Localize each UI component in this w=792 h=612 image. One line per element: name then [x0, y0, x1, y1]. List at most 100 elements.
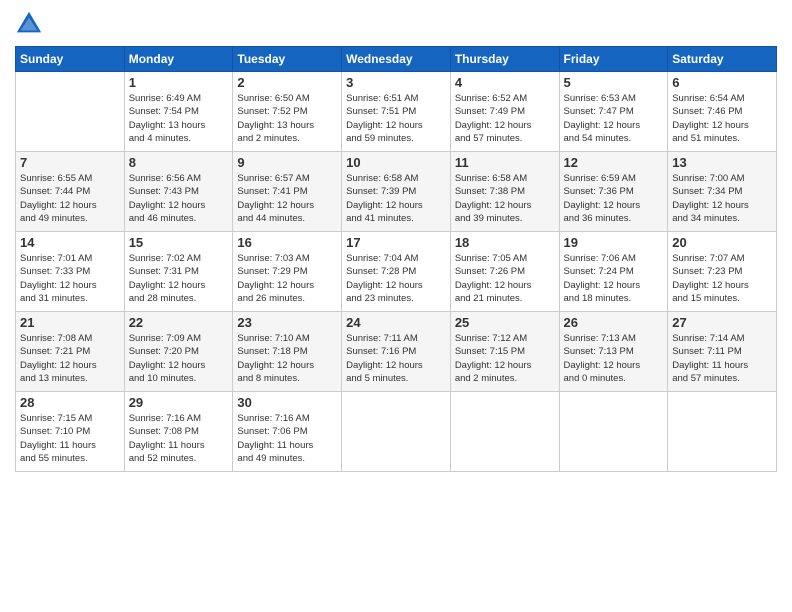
calendar-header-saturday: Saturday: [668, 47, 777, 72]
day-info: Sunrise: 7:16 AM Sunset: 7:06 PM Dayligh…: [237, 412, 337, 465]
calendar-cell: 9 Sunrise: 6:57 AM Sunset: 7:41 PM Daylig…: [233, 152, 342, 232]
day-info: Sunrise: 6:55 AM Sunset: 7:44 PM Dayligh…: [20, 172, 120, 225]
day-number: 15: [129, 235, 229, 250]
calendar-cell: 12 Sunrise: 6:59 AM Sunset: 7:36 PM Dayli…: [559, 152, 668, 232]
calendar-header-monday: Monday: [124, 47, 233, 72]
day-info: Sunrise: 7:13 AM Sunset: 7:13 PM Dayligh…: [564, 332, 664, 385]
calendar-header-sunday: Sunday: [16, 47, 125, 72]
day-number: 13: [672, 155, 772, 170]
day-info: Sunrise: 6:53 AM Sunset: 7:47 PM Dayligh…: [564, 92, 664, 145]
calendar-week-1: 1Sunrise: 6:49 AM Sunset: 7:54 PM Daylig…: [16, 72, 777, 152]
calendar-cell: [668, 392, 777, 472]
day-info: Sunrise: 7:00 AM Sunset: 7:34 PM Dayligh…: [672, 172, 772, 225]
calendar-cell: [559, 392, 668, 472]
day-number: 28: [20, 395, 120, 410]
day-info: Sunrise: 7:09 AM Sunset: 7:20 PM Dayligh…: [129, 332, 229, 385]
calendar-cell: 8 Sunrise: 6:56 AM Sunset: 7:43 PM Daylig…: [124, 152, 233, 232]
calendar-cell: 18 Sunrise: 7:05 AM Sunset: 7:26 PM Dayli…: [450, 232, 559, 312]
day-number: 22: [129, 315, 229, 330]
day-number: 18: [455, 235, 555, 250]
calendar-cell: 26 Sunrise: 7:13 AM Sunset: 7:13 PM Dayli…: [559, 312, 668, 392]
calendar-cell: 7 Sunrise: 6:55 AM Sunset: 7:44 PM Daylig…: [16, 152, 125, 232]
day-info: Sunrise: 6:57 AM Sunset: 7:41 PM Dayligh…: [237, 172, 337, 225]
day-number: 10: [346, 155, 446, 170]
calendar-cell: 6 Sunrise: 6:54 AM Sunset: 7:46 PM Daylig…: [668, 72, 777, 152]
calendar-cell: 3 Sunrise: 6:51 AM Sunset: 7:51 PM Daylig…: [342, 72, 451, 152]
day-number: 3: [346, 75, 446, 90]
calendar-header-thursday: Thursday: [450, 47, 559, 72]
calendar-cell: [450, 392, 559, 472]
day-number: 20: [672, 235, 772, 250]
day-number: 23: [237, 315, 337, 330]
day-number: 24: [346, 315, 446, 330]
day-number: 27: [672, 315, 772, 330]
calendar-cell: 27 Sunrise: 7:14 AM Sunset: 7:11 PM Dayli…: [668, 312, 777, 392]
calendar-cell: 22 Sunrise: 7:09 AM Sunset: 7:20 PM Dayli…: [124, 312, 233, 392]
day-number: 19: [564, 235, 664, 250]
day-number: 12: [564, 155, 664, 170]
day-number: 6: [672, 75, 772, 90]
logo-icon: [15, 10, 43, 38]
day-info: Sunrise: 6:54 AM Sunset: 7:46 PM Dayligh…: [672, 92, 772, 145]
day-info: Sunrise: 7:05 AM Sunset: 7:26 PM Dayligh…: [455, 252, 555, 305]
calendar-cell: 29 Sunrise: 7:16 AM Sunset: 7:08 PM Dayli…: [124, 392, 233, 472]
calendar-cell: [16, 72, 125, 152]
day-number: 8: [129, 155, 229, 170]
day-info: Sunrise: 7:01 AM Sunset: 7:33 PM Dayligh…: [20, 252, 120, 305]
calendar-cell: 10 Sunrise: 6:58 AM Sunset: 7:39 PM Dayli…: [342, 152, 451, 232]
day-info: Sunrise: 7:07 AM Sunset: 7:23 PM Dayligh…: [672, 252, 772, 305]
calendar-cell: 19 Sunrise: 7:06 AM Sunset: 7:24 PM Dayli…: [559, 232, 668, 312]
day-info: Sunrise: 6:52 AM Sunset: 7:49 PM Dayligh…: [455, 92, 555, 145]
calendar-cell: 21 Sunrise: 7:08 AM Sunset: 7:21 PM Dayli…: [16, 312, 125, 392]
calendar-cell: 5 Sunrise: 6:53 AM Sunset: 7:47 PM Daylig…: [559, 72, 668, 152]
day-number: 5: [564, 75, 664, 90]
calendar: SundayMondayTuesdayWednesdayThursdayFrid…: [15, 46, 777, 472]
header: [15, 10, 777, 38]
day-info: Sunrise: 6:58 AM Sunset: 7:38 PM Dayligh…: [455, 172, 555, 225]
calendar-week-2: 7 Sunrise: 6:55 AM Sunset: 7:44 PM Daylig…: [16, 152, 777, 232]
calendar-cell: 13 Sunrise: 7:00 AM Sunset: 7:34 PM Dayli…: [668, 152, 777, 232]
day-info: Sunrise: 7:12 AM Sunset: 7:15 PM Dayligh…: [455, 332, 555, 385]
calendar-cell: 16 Sunrise: 7:03 AM Sunset: 7:29 PM Dayli…: [233, 232, 342, 312]
calendar-cell: 11 Sunrise: 6:58 AM Sunset: 7:38 PM Dayli…: [450, 152, 559, 232]
day-number: 17: [346, 235, 446, 250]
day-info: Sunrise: 6:56 AM Sunset: 7:43 PM Dayligh…: [129, 172, 229, 225]
day-info: Sunrise: 7:10 AM Sunset: 7:18 PM Dayligh…: [237, 332, 337, 385]
day-number: 7: [20, 155, 120, 170]
day-number: 2: [237, 75, 337, 90]
calendar-cell: 28 Sunrise: 7:15 AM Sunset: 7:10 PM Dayli…: [16, 392, 125, 472]
calendar-cell: 17 Sunrise: 7:04 AM Sunset: 7:28 PM Dayli…: [342, 232, 451, 312]
calendar-cell: 15Sunrise: 7:02 AM Sunset: 7:31 PM Dayli…: [124, 232, 233, 312]
calendar-cell: 4Sunrise: 6:52 AM Sunset: 7:49 PM Daylig…: [450, 72, 559, 152]
day-number: 21: [20, 315, 120, 330]
day-number: 26: [564, 315, 664, 330]
day-info: Sunrise: 7:15 AM Sunset: 7:10 PM Dayligh…: [20, 412, 120, 465]
calendar-week-5: 28 Sunrise: 7:15 AM Sunset: 7:10 PM Dayli…: [16, 392, 777, 472]
calendar-header-wednesday: Wednesday: [342, 47, 451, 72]
day-info: Sunrise: 7:04 AM Sunset: 7:28 PM Dayligh…: [346, 252, 446, 305]
day-number: 9: [237, 155, 337, 170]
day-info: Sunrise: 7:03 AM Sunset: 7:29 PM Dayligh…: [237, 252, 337, 305]
calendar-cell: 2Sunrise: 6:50 AM Sunset: 7:52 PM Daylig…: [233, 72, 342, 152]
calendar-week-4: 21 Sunrise: 7:08 AM Sunset: 7:21 PM Dayli…: [16, 312, 777, 392]
calendar-cell: 25 Sunrise: 7:12 AM Sunset: 7:15 PM Dayli…: [450, 312, 559, 392]
day-number: 30: [237, 395, 337, 410]
logo: [15, 10, 47, 38]
day-info: Sunrise: 7:06 AM Sunset: 7:24 PM Dayligh…: [564, 252, 664, 305]
day-info: Sunrise: 6:51 AM Sunset: 7:51 PM Dayligh…: [346, 92, 446, 145]
day-info: Sunrise: 7:16 AM Sunset: 7:08 PM Dayligh…: [129, 412, 229, 465]
calendar-header-row: SundayMondayTuesdayWednesdayThursdayFrid…: [16, 47, 777, 72]
calendar-header-friday: Friday: [559, 47, 668, 72]
day-info: Sunrise: 6:59 AM Sunset: 7:36 PM Dayligh…: [564, 172, 664, 225]
day-info: Sunrise: 6:49 AM Sunset: 7:54 PM Dayligh…: [129, 92, 229, 145]
day-number: 11: [455, 155, 555, 170]
day-number: 25: [455, 315, 555, 330]
calendar-cell: 23 Sunrise: 7:10 AM Sunset: 7:18 PM Dayli…: [233, 312, 342, 392]
day-number: 29: [129, 395, 229, 410]
day-info: Sunrise: 7:08 AM Sunset: 7:21 PM Dayligh…: [20, 332, 120, 385]
calendar-header-tuesday: Tuesday: [233, 47, 342, 72]
day-info: Sunrise: 6:58 AM Sunset: 7:39 PM Dayligh…: [346, 172, 446, 225]
day-info: Sunrise: 7:14 AM Sunset: 7:11 PM Dayligh…: [672, 332, 772, 385]
day-number: 16: [237, 235, 337, 250]
calendar-cell: [342, 392, 451, 472]
